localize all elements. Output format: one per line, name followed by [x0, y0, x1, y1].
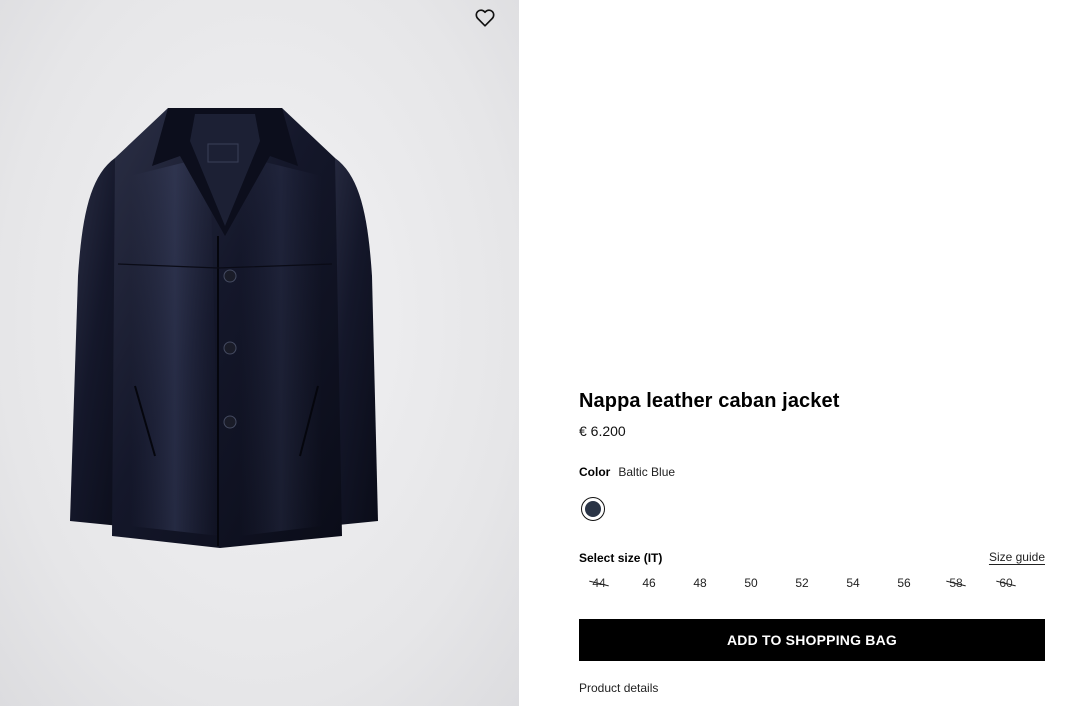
product-details-link[interactable]: Product details [579, 681, 658, 695]
product-price: € 6.200 [579, 423, 626, 439]
wishlist-button[interactable] [472, 6, 498, 30]
size-option-56[interactable]: 56 [884, 576, 924, 590]
color-value: Baltic Blue [618, 465, 676, 479]
size-option-52[interactable]: 52 [782, 576, 822, 590]
product-title: Nappa leather caban jacket [579, 390, 840, 412]
size-option-54[interactable]: 54 [833, 576, 873, 590]
swatch-fill [585, 501, 601, 517]
size-guide-link[interactable]: Size guide [989, 550, 1045, 564]
size-option-44[interactable]: 44 [579, 576, 619, 590]
add-to-shopping-bag-button[interactable]: ADD TO SHOPPING BAG [579, 619, 1045, 661]
size-options: 44 46 48 50 52 54 56 58 60 [579, 576, 1039, 594]
product-info: Nappa leather caban jacket € 6.200 Color… [579, 0, 1045, 706]
size-option-50[interactable]: 50 [731, 576, 771, 590]
size-label: Select size (IT) [579, 551, 663, 565]
size-option-46[interactable]: 46 [629, 576, 669, 590]
size-option-48[interactable]: 48 [680, 576, 720, 590]
color-row: Color Baltic Blue [579, 465, 675, 479]
color-swatch-baltic-blue[interactable] [581, 497, 605, 521]
color-label: Color [579, 465, 611, 479]
size-option-58[interactable]: 58 [936, 576, 976, 590]
heart-outline-icon [475, 9, 495, 27]
product-image-panel [0, 0, 519, 706]
size-option-60[interactable]: 60 [986, 576, 1026, 590]
product-image-jacket[interactable] [60, 96, 390, 556]
